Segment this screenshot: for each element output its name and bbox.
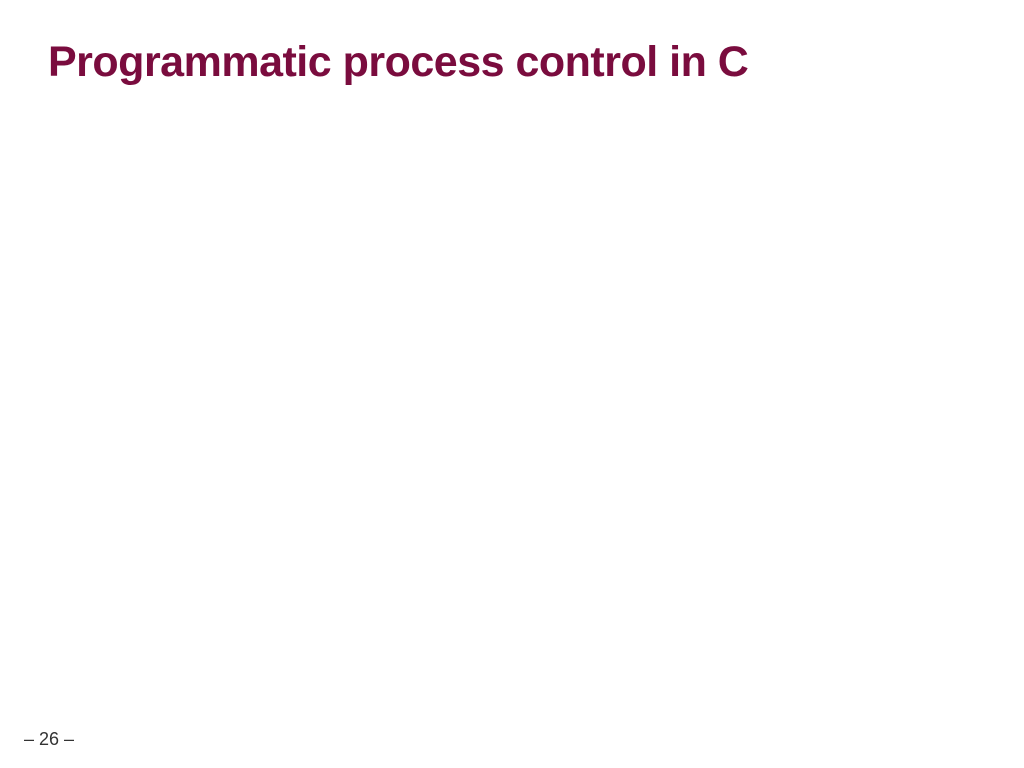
slide-title: Programmatic process control in C [48,38,748,87]
page-number: – 26 – [24,729,74,750]
